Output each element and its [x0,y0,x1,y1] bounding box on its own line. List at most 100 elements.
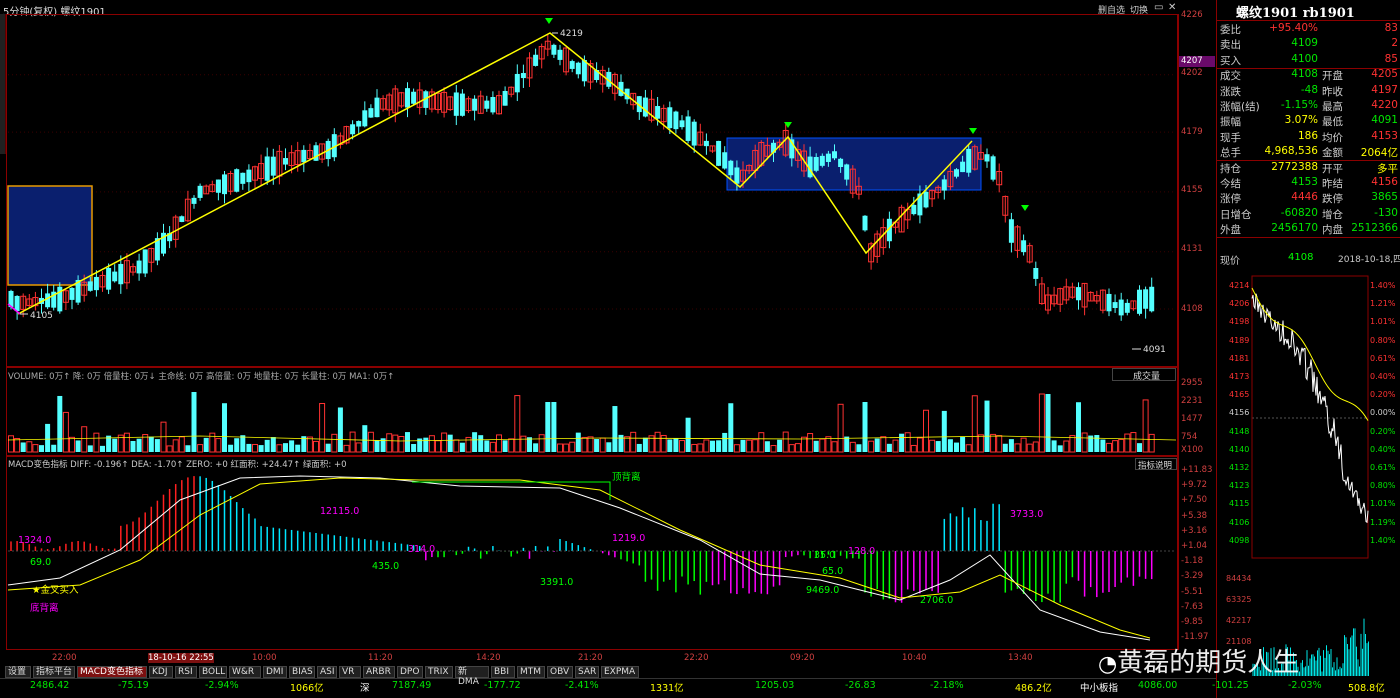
mini-axis-left-label: 4214 [1229,281,1250,290]
indicator-tab[interactable]: ARBR [363,666,395,678]
indicator-tab[interactable]: VR [339,666,361,678]
mini-axis-left-label: 4198 [1229,317,1250,327]
indicator-tab[interactable]: SAR [575,666,599,678]
volume-bar [722,432,728,452]
quote-label-2: 内盘 [1322,224,1343,237]
indicator-tab[interactable]: MACD变色指标 [77,666,147,678]
macd-value-label: 3733.0 [1010,509,1043,520]
quote-label: 卖出 [1220,39,1241,52]
candle [227,170,234,195]
volume-bar [1100,439,1106,452]
candle-body [405,88,410,108]
macd-axis-label: +9.72 [1181,480,1208,491]
candle-body [93,276,99,291]
candle [716,140,722,167]
indicator-tab[interactable]: 指标平台 [33,666,75,678]
time-axis-label: 21:20 [578,653,603,663]
indicator-tab[interactable]: MTM [517,666,545,678]
candle [697,123,704,146]
candle-body [642,97,648,117]
candle-body [551,44,557,55]
volume-indicator-dropdown[interactable]: 成交量 [1112,368,1176,382]
indicator-tab[interactable]: DPO [397,666,423,678]
volume-bar [563,443,570,453]
volume-legend: VOLUME: 0万↑ 降: 0万 倍量柱: 0万↓ 主命线: 0万 高倍量: … [8,372,395,382]
mini-volume-axis-label: 84434 [1226,574,1252,583]
volume-bar [1118,438,1125,453]
volume-bar [411,444,417,452]
candle [563,47,570,76]
candle [62,289,69,311]
volume-bar [32,444,39,453]
candle-body [301,149,307,163]
candle [301,145,307,173]
candle-body [490,97,496,113]
indicator-tab[interactable]: W&R [229,666,261,678]
quote-value-2: 2064亿 [1360,147,1398,160]
quote-label: 总手 [1220,147,1241,160]
indicator-tab[interactable]: DMI [263,666,287,678]
indicator-tab[interactable]: 设置 [5,666,31,678]
candle [569,59,575,73]
volume-bar [1038,393,1045,453]
candle-body [197,185,203,198]
time-axis-label: 14:20 [476,653,501,663]
quote-label-2: 跌停 [1322,193,1343,206]
status-item: -101.25 [1212,680,1249,691]
volume-bar [782,431,789,453]
status-item: 2486.42 [30,680,70,691]
volume-bar [892,439,899,453]
macd-value-label: 435.0 [372,561,399,572]
candle-body [222,174,227,195]
indicator-tab[interactable]: BBI [491,666,515,678]
candle-body [691,121,697,146]
indicator-tab[interactable]: BIAS [289,666,315,678]
candle-body [673,111,679,130]
indicator-tab[interactable]: 新DMA [455,666,489,687]
volume-bar [941,410,947,452]
candle [459,89,465,117]
macd-axis-label: -5.51 [1181,586,1203,597]
candlestick-chart[interactable]: 4219 4105 4091 1324.0 69.0 12115.0 435.0 314.0 3… [0,0,1216,660]
volume-bar [910,444,917,453]
candle-body [350,124,356,135]
candle [1137,285,1142,316]
candle [392,85,399,123]
indicator-tab[interactable]: TRIX [425,666,453,678]
candle-body [313,145,319,161]
macd-value-label: 69.0 [30,557,51,568]
volume-bar [880,436,887,453]
candle-body [1076,287,1081,301]
quote-row: 日增仓 -60820 增仓 -130 [1218,207,1400,222]
volume-bar [777,439,783,452]
quote-label: 今结 [1220,178,1241,190]
volume-bar [710,440,715,452]
candle [453,84,459,126]
macd-value-label: 12115.0 [320,506,359,517]
indicator-tab[interactable]: EXPMA [601,666,639,678]
volume-bar [240,435,246,452]
quote-label: 买入 [1220,54,1241,67]
indicator-help-button[interactable]: 指标说明 [1135,458,1177,471]
mini-volume-axis-label: 63325 [1226,595,1252,604]
volume-bar [697,443,704,453]
volume-bar [405,432,410,452]
indicator-tab[interactable]: RSI [175,666,197,678]
candle [325,138,331,167]
indicator-tab[interactable]: KDJ [149,666,173,678]
quote-row: 现手 186 均价 4153 [1218,130,1400,145]
quote-value-2: 2512366 [1351,222,1398,235]
candle [306,143,313,161]
price-axis-label: 4202 [1181,68,1203,78]
indicator-tab[interactable]: ASI [317,666,337,678]
volume-bar [728,403,734,452]
quote-label: 外盘 [1220,224,1241,237]
macd-axis-label: +7.50 [1181,495,1208,506]
candle-body [368,108,374,118]
candle [874,230,881,263]
indicator-tab[interactable]: BOLL [199,666,227,678]
volume-bar [770,445,777,453]
mini-axis-right-label: 1.40% [1370,535,1396,545]
indicator-tab[interactable]: OBV [547,666,573,678]
time-axis-label: 10:00 [252,653,277,663]
